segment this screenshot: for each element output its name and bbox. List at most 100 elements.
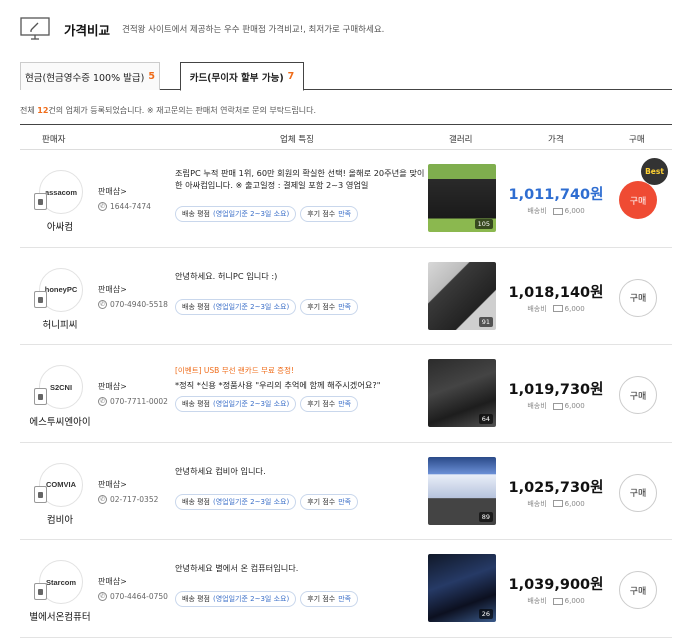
gallery-thumbnail[interactable]: 89 (428, 456, 496, 525)
rating-chips: 배송 평점 (영업일기준 2~3일 소요) 후기 점수 만족 (175, 396, 359, 412)
seller-name[interactable]: 컴비아 (20, 512, 100, 526)
review-score-chip[interactable]: 후기 점수 만족 (300, 298, 359, 315)
feature-text: 안녕하세요. 허니PC 입니다 :) (175, 270, 278, 281)
gallery-thumbnail[interactable]: 26 (428, 554, 496, 622)
col-gallery: 갤러리 (449, 135, 473, 145)
col-price: 가격 (548, 135, 564, 145)
clipboard-icon (34, 193, 47, 210)
page-description: 견적왕 사이트에서 제공하는 우수 판매점 가격비교!, 최저가로 구매하세요. (122, 25, 385, 35)
buy-button[interactable]: 구매 (619, 473, 657, 512)
review-score-label: 후기 점수 (307, 497, 336, 506)
review-score-chip[interactable]: 후기 점수 만족 (300, 591, 359, 607)
gallery-thumbnail[interactable]: 105 (428, 164, 496, 232)
delivery-rating-label: 배송 평점 (182, 302, 210, 311)
seller-feature: 조립PC 누적 판매 1위, 60만 회원의 확실한 선택! 올해로 20주년을… (175, 167, 425, 191)
review-score-chip[interactable]: 후기 점수 만족 (300, 493, 359, 510)
clipboard-icon (34, 388, 47, 405)
table-header: 판매자 업체 특징 갤러리 가격 구매 (20, 124, 672, 150)
seller-shop-link[interactable]: 판매샵> (98, 284, 127, 295)
truck-icon (552, 597, 563, 605)
table-body: assacom 아싸컴 판매샵> ✆ 1644-7474 조립PC 누적 판매 … (20, 150, 672, 638)
tab-card-count: 7 (287, 71, 295, 82)
tab-card[interactable]: 카드(무이자 할부 가능) 7 (180, 62, 304, 91)
phone-icon: ✆ (98, 592, 107, 601)
gallery-thumbnail[interactable]: 64 (428, 359, 496, 427)
rating-chips: 배송 평점 (영업일기준 2~3일 소요) 후기 점수 만족 (175, 493, 359, 510)
summary-prefix: 전체 (20, 106, 38, 115)
delivery-rating-label: 배송 평점 (182, 497, 210, 506)
delivery-rating-value: (영업일기준 2~3일 소요) (213, 595, 290, 603)
tab-cash-label: 현금(현금영수증 100% 발급) (25, 72, 145, 84)
tab-card-label: 카드(무이자 할부 가능) (189, 72, 284, 84)
buy-button[interactable]: 구매 (619, 376, 657, 414)
seller-name[interactable]: 아싸컴 (20, 219, 100, 233)
seller-shop-link[interactable]: 판매샵> (98, 381, 127, 392)
price: 1,011,740원 (508, 187, 604, 203)
phone-icon: ✆ (98, 299, 107, 309)
seller-phone: ✆ 070-4464-0750 (98, 592, 168, 601)
seller-logo-text: S2CNI (49, 382, 73, 392)
seller-phone: ✆ 1644-7474 (98, 202, 151, 211)
table-row: S2CNI 에스투씨엔아이 판매샵> ✆ 070-7711-0002 [이벤트]… (20, 345, 672, 443)
buy-button[interactable]: 구매 (619, 278, 657, 317)
truck-icon (552, 402, 563, 410)
seller-feature: 안녕하세요. 허니PC 입니다 :) (175, 270, 425, 282)
truck-icon (552, 305, 563, 312)
shipping-info: 배송비 6,000 (500, 206, 612, 216)
gallery-count: 91 (478, 316, 493, 327)
delivery-rating-chip[interactable]: 배송 평점 (영업일기준 2~3일 소요) (175, 396, 297, 412)
seller-phone: ✆ 070-4940-5518 (98, 299, 168, 309)
seller-name[interactable]: 허니피씨 (20, 317, 100, 331)
clipboard-icon (34, 485, 47, 503)
seller-feature: 안녕하세요 별에서 온 컴퓨터입니다. (175, 562, 425, 574)
monitor-edit-icon (20, 17, 50, 40)
review-score-chip[interactable]: 후기 점수 만족 (300, 396, 359, 412)
seller-name[interactable]: 에스투씨엔아이 (20, 414, 100, 428)
gallery-thumbnail[interactable]: 91 (428, 261, 496, 330)
review-score-chip[interactable]: 후기 점수 만족 (300, 206, 359, 222)
tab-cash[interactable]: 현금(현금영수증 100% 발급) 5 (20, 62, 160, 90)
delivery-rating-label: 배송 평점 (182, 595, 210, 603)
review-score-label: 후기 점수 (307, 210, 336, 218)
phone-icon: ✆ (98, 202, 107, 211)
table-row: COMVIA 컴비아 판매샵> ✆ 02-717-0352 안녕하세요 컴비아 … (20, 443, 672, 540)
delivery-rating-value: (영업일기준 2~3일 소요) (213, 400, 290, 408)
shipping-info: 배송비 6,000 (500, 304, 612, 314)
shipping-fee: 6,000 (564, 207, 585, 215)
seller-shop-link[interactable]: 판매샵> (98, 186, 127, 197)
feature-text: *정직 *신용 *정품사용 "우리의 추억에 함께 해주시겠어요?" (175, 380, 381, 390)
page-header: 가격비교 견적왕 사이트에서 제공하는 우수 판매점 가격비교!, 최저가로 구… (20, 14, 384, 44)
shipping-label: 배송비 (527, 499, 547, 508)
delivery-rating-chip[interactable]: 배송 평점 (영업일기준 2~3일 소요) (175, 298, 297, 315)
buy-button[interactable]: 구매 (619, 571, 657, 609)
seller-shop-link[interactable]: 판매샵> (98, 576, 127, 587)
shipping-info: 배송비 6,000 (500, 499, 612, 509)
table-row: honeyPC 허니피씨 판매샵> ✆ 070-4940-5518 안녕하세요.… (20, 248, 672, 345)
delivery-rating-chip[interactable]: 배송 평점 (영업일기준 2~3일 소요) (175, 206, 297, 222)
shipping-fee: 6,000 (564, 402, 585, 410)
clipboard-icon (34, 290, 47, 308)
seller-name[interactable]: 별에서온컴퓨터 (20, 609, 100, 623)
gallery-count: 105 (474, 219, 493, 229)
seller-shop-link[interactable]: 판매샵> (98, 479, 127, 490)
best-badge: Best (641, 158, 668, 185)
buy-button[interactable]: 구매 (619, 181, 657, 219)
shipping-info: 배송비 6,000 (500, 401, 612, 411)
delivery-rating-chip[interactable]: 배송 평점 (영업일기준 2~3일 소요) (175, 591, 297, 607)
seller-phone-number: 1644-7474 (110, 202, 151, 211)
price-table: 판매자 업체 특징 갤러리 가격 구매 assacom 아싸컴 판매샵> ✆ 1… (20, 124, 672, 638)
price: 1,025,730원 (508, 479, 604, 496)
seller-logo-text: Starcom (45, 577, 76, 587)
col-seller: 판매자 (42, 135, 66, 145)
gallery-count: 26 (478, 609, 493, 619)
delivery-rating-value: (영업일기준 2~3일 소요) (213, 302, 290, 311)
shipping-label: 배송비 (527, 304, 547, 313)
gallery-count: 64 (478, 414, 493, 424)
review-score-value: 만족 (338, 210, 352, 218)
table-row: assacom 아싸컴 판매샵> ✆ 1644-7474 조립PC 누적 판매 … (20, 150, 672, 248)
truck-icon (552, 500, 563, 507)
delivery-rating-chip[interactable]: 배송 평점 (영업일기준 2~3일 소요) (175, 493, 297, 510)
review-score-label: 후기 점수 (307, 400, 336, 408)
price: 1,019,730원 (508, 382, 604, 398)
seller-logo-text: assacom (44, 187, 78, 197)
